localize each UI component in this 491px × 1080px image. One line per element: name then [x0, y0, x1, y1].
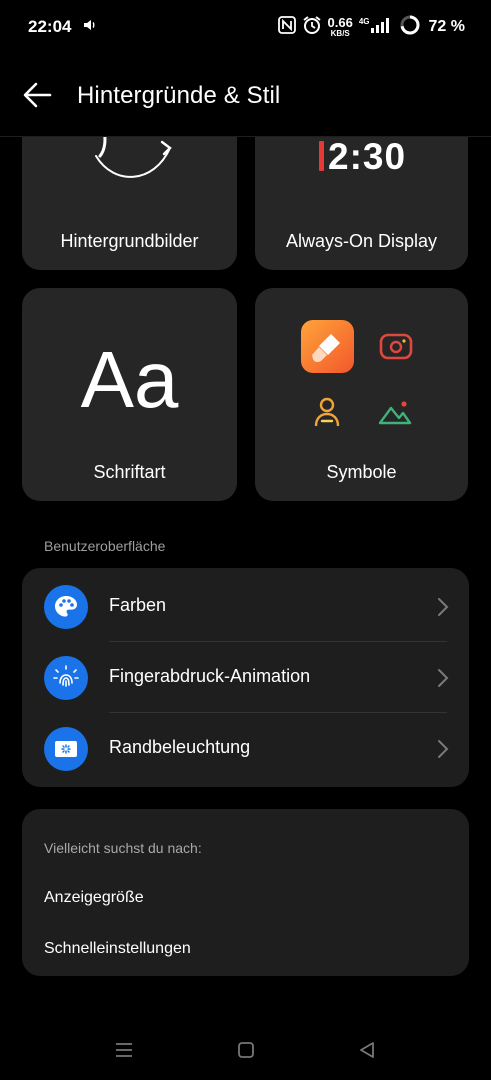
- network-type: 4G: [358, 16, 370, 26]
- suggestion-display-size[interactable]: Anzeigegröße: [44, 889, 144, 907]
- edge-lighting-label: Randbeleuchtung: [109, 737, 251, 757]
- battery-percent: 72 %: [428, 18, 465, 35]
- symbols-tile[interactable]: Symbole: [255, 288, 468, 501]
- sound-icon: [83, 18, 97, 37]
- battery-ring-icon: [399, 14, 421, 41]
- font-tile[interactable]: Aa Schriftart: [22, 288, 237, 501]
- always-on-display-label: Always-On Display: [285, 231, 438, 251]
- colors-label: Farben: [109, 595, 167, 615]
- aod-clock-preview: 2:30: [319, 136, 406, 178]
- signal-icon: [370, 17, 393, 38]
- gallery-app-icon: [377, 398, 413, 433]
- chevron-right-icon: [438, 669, 449, 687]
- back-button[interactable]: [20, 78, 56, 112]
- status-time: 22:04: [28, 17, 72, 36]
- wallpaper-preview-icon: [95, 130, 172, 178]
- edge-lighting-icon: [44, 727, 88, 771]
- chevron-right-icon: [438, 740, 449, 758]
- wallpapers-label: Hintergrundbilder: [60, 231, 199, 251]
- palette-icon: [44, 585, 88, 629]
- fingerprint-animation-label: Fingerabdruck-Animation: [109, 666, 311, 686]
- status-bar: 22:04 0.66 KB/S 4G 72 %: [0, 0, 491, 52]
- font-label: Schriftart: [93, 462, 166, 482]
- app-header: Hintergründe & Stil: [0, 52, 491, 137]
- section-heading: Benutzeroberfläche: [44, 538, 166, 554]
- colors-item[interactable]: Farben: [22, 571, 469, 642]
- nfc-icon: [277, 15, 296, 39]
- brush-app-icon: [301, 320, 354, 373]
- suggestion-quick-settings[interactable]: Schnelleinstellungen: [44, 940, 191, 958]
- font-sample: Aa: [80, 335, 179, 424]
- back-arrow-icon: [23, 82, 52, 108]
- menu-nav-icon[interactable]: [114, 1040, 134, 1060]
- fingerprint-animation-item[interactable]: Fingerabdruck-Animation: [22, 642, 469, 713]
- camera-app-icon: [379, 332, 413, 367]
- suggestions-card: Vielleicht suchst du nach: Anzeigegröße …: [22, 809, 469, 976]
- contacts-app-icon: [313, 396, 341, 435]
- chevron-right-icon: [438, 598, 449, 616]
- navigation-bar: [0, 1030, 491, 1080]
- ui-settings-card: Farben Fingerabdruck-Animation Randbeleu…: [22, 568, 469, 787]
- home-nav-icon[interactable]: [236, 1040, 256, 1060]
- edge-lighting-item[interactable]: Randbeleuchtung: [22, 713, 469, 784]
- page-title: Hintergründe & Stil: [77, 82, 281, 109]
- back-nav-icon[interactable]: [357, 1040, 377, 1060]
- network-speed: 0.66 KB/S: [327, 14, 353, 38]
- symbols-label: Symbole: [326, 462, 397, 482]
- fingerprint-icon: [44, 656, 88, 700]
- alarm-icon: [302, 15, 322, 40]
- suggestions-title: Vielleicht suchst du nach:: [44, 840, 202, 856]
